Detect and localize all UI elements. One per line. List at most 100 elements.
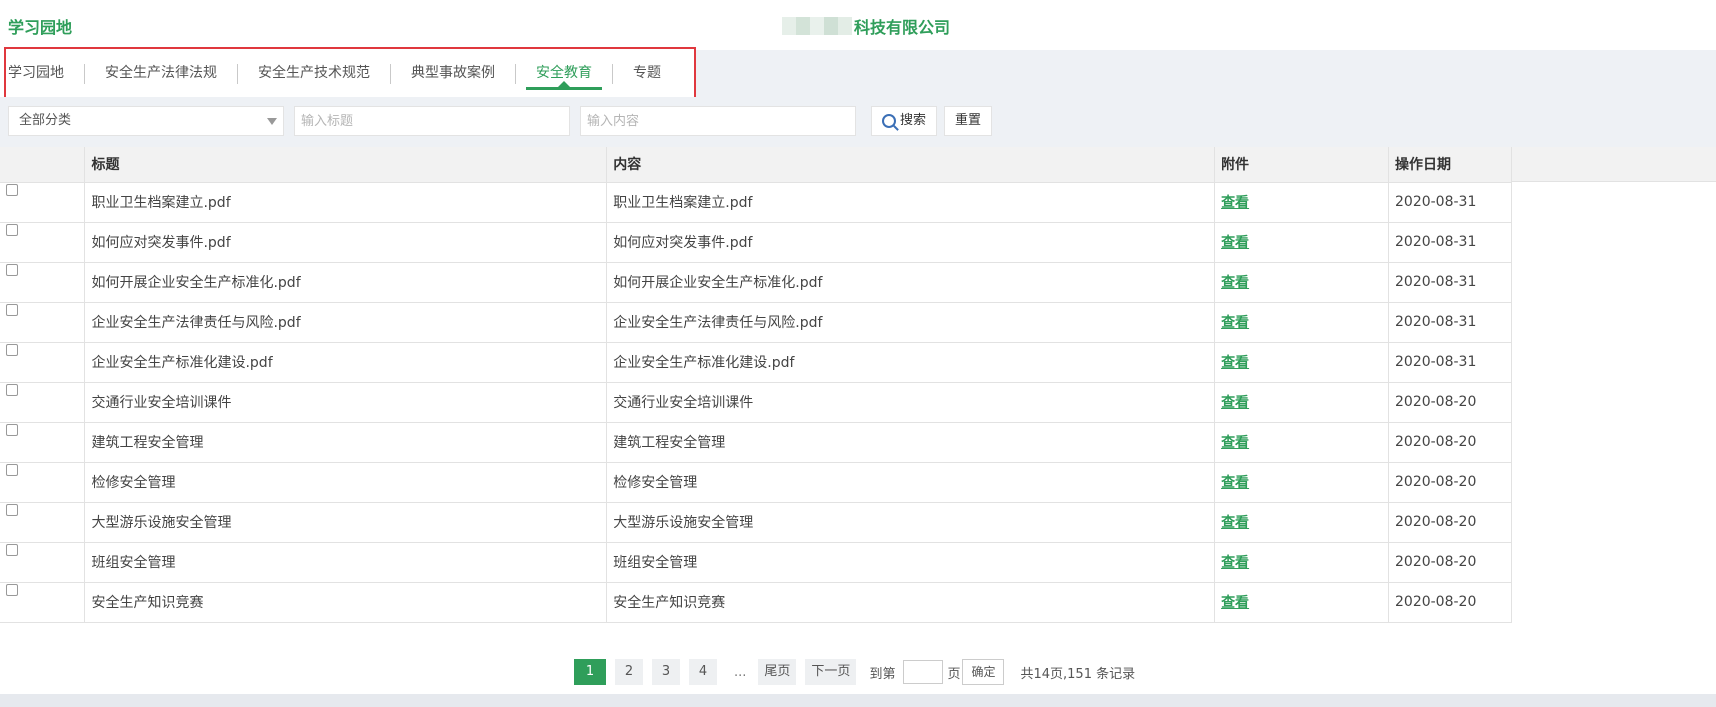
cell-title: 检修安全管理 (84, 462, 608, 503)
table-row: 大型游乐设施安全管理 大型游乐设施安全管理 查看 2020-08-20 (0, 502, 1512, 543)
column-header-title[interactable]: 标题 (84, 147, 608, 183)
cell-date: 2020-08-20 (1388, 582, 1512, 623)
cell-attachment: 查看 (1214, 462, 1389, 503)
view-attachment-link[interactable]: 查看 (1221, 515, 1249, 531)
content-search-input[interactable] (580, 106, 856, 136)
column-header-attachment[interactable]: 附件 (1214, 147, 1389, 183)
goto-page-input[interactable] (903, 660, 944, 684)
view-attachment-link[interactable]: 查看 (1221, 355, 1249, 371)
column-header-content[interactable]: 内容 (606, 147, 1216, 183)
cell-content: 企业安全生产法律责任与风险.pdf (606, 302, 1216, 343)
view-attachment-link[interactable]: 查看 (1221, 275, 1249, 291)
next-page-button[interactable]: 下一页 (805, 659, 857, 685)
cell-date: 2020-08-20 (1388, 382, 1512, 423)
cell-attachment: 查看 (1214, 542, 1389, 583)
category-select[interactable]: 全部分类 (8, 106, 284, 136)
row-checkbox[interactable] (6, 344, 18, 356)
row-checkbox[interactable] (6, 184, 18, 196)
table-body: 职业卫生档案建立.pdf 职业卫生档案建立.pdf 查看 2020-08-31 如何应对… (0, 182, 1512, 623)
row-select-cell (0, 542, 86, 583)
table-row: 检修安全管理 检修安全管理 查看 2020-08-20 (0, 462, 1512, 503)
cell-attachment: 查看 (1214, 502, 1389, 543)
view-attachment-link[interactable]: 查看 (1221, 195, 1249, 211)
row-checkbox[interactable] (6, 584, 18, 596)
page-button-4[interactable]: 4 (689, 659, 717, 685)
row-checkbox[interactable] (6, 384, 18, 396)
cell-attachment: 查看 (1214, 302, 1389, 343)
table-row: 班组安全管理 班组安全管理 查看 2020-08-20 (0, 542, 1512, 583)
reset-button-label: 重置 (955, 113, 982, 128)
category-select-value: 全部分类 (19, 113, 72, 128)
cell-date: 2020-08-20 (1388, 422, 1512, 463)
view-attachment-link[interactable]: 查看 (1221, 435, 1249, 451)
search-button-label: 搜索 (900, 113, 927, 128)
view-attachment-link[interactable]: 查看 (1221, 315, 1249, 331)
cell-title: 交通行业安全培训课件 (84, 382, 608, 423)
cell-attachment: 查看 (1214, 262, 1389, 303)
row-select-cell (0, 582, 86, 623)
cell-title: 班组安全管理 (84, 542, 608, 583)
table-header-filler (1512, 147, 1716, 182)
footer-band (0, 694, 1716, 707)
tab-safety-tech-standards[interactable]: 安全生产技术规范 (238, 50, 390, 97)
row-checkbox[interactable] (6, 464, 18, 476)
select-column-header (0, 147, 86, 183)
title-search-input[interactable] (294, 106, 570, 136)
cell-content: 检修安全管理 (606, 462, 1216, 503)
documents-table-wrap: 标题 内容 附件 操作日期 职业卫生档案建立.pdf 职业卫生档案建立.pdf 查看… (0, 147, 1716, 623)
row-checkbox[interactable] (6, 264, 18, 276)
row-select-cell (0, 342, 86, 383)
tab-study-garden[interactable]: 学习园地 (0, 50, 84, 97)
page-button-3[interactable]: 3 (652, 659, 680, 685)
cell-content: 职业卫生档案建立.pdf (606, 182, 1216, 223)
view-attachment-link[interactable]: 查看 (1221, 555, 1249, 571)
table-row: 建筑工程安全管理 建筑工程安全管理 查看 2020-08-20 (0, 422, 1512, 463)
cell-date: 2020-08-31 (1388, 182, 1512, 223)
page-button-2[interactable]: 2 (615, 659, 643, 685)
view-attachment-link[interactable]: 查看 (1221, 395, 1249, 411)
row-select-cell (0, 502, 86, 543)
goto-page-suffix: 页 (947, 666, 961, 682)
search-button[interactable]: 搜索 (871, 106, 938, 136)
cell-attachment: 查看 (1214, 342, 1389, 383)
last-page-button[interactable]: 尾页 (758, 659, 797, 685)
cell-date: 2020-08-20 (1388, 542, 1512, 583)
view-attachment-link[interactable]: 查看 (1221, 475, 1249, 491)
tab-safety-education[interactable]: 安全教育 (516, 50, 612, 97)
cell-date: 2020-08-31 (1388, 302, 1512, 343)
row-checkbox[interactable] (6, 504, 18, 516)
cell-attachment: 查看 (1214, 582, 1389, 623)
view-attachment-link[interactable]: 查看 (1221, 235, 1249, 251)
cell-title: 大型游乐设施安全管理 (84, 502, 608, 543)
row-select-cell (0, 382, 86, 423)
cell-content: 班组安全管理 (606, 542, 1216, 583)
row-checkbox[interactable] (6, 224, 18, 236)
cell-title: 企业安全生产法律责任与风险.pdf (84, 302, 608, 343)
cell-date: 2020-08-20 (1388, 502, 1512, 543)
tab-topics[interactable]: 专题 (613, 50, 681, 97)
view-attachment-link[interactable]: 查看 (1221, 595, 1249, 611)
table-row: 如何应对突发事件.pdf 如何应对突发事件.pdf 查看 2020-08-31 (0, 222, 1512, 263)
cell-title: 如何应对突发事件.pdf (84, 222, 608, 263)
tab-safety-laws[interactable]: 安全生产法律法规 (85, 50, 237, 97)
goto-page-prefix: 到第 (869, 666, 896, 682)
table-header-row: 标题 内容 附件 操作日期 (0, 147, 1512, 183)
category-tabs: 学习园地 安全生产法律法规 安全生产技术规范 典型事故案例 安全教育 专题 (0, 50, 694, 97)
page-button-1[interactable]: 1 (574, 659, 606, 685)
row-checkbox[interactable] (6, 304, 18, 316)
cell-content: 大型游乐设施安全管理 (606, 502, 1216, 543)
cell-attachment: 查看 (1214, 182, 1389, 223)
cell-date: 2020-08-31 (1388, 262, 1512, 303)
tab-accident-cases[interactable]: 典型事故案例 (391, 50, 515, 97)
app-title: 学习园地 (8, 18, 73, 37)
column-header-date[interactable]: 操作日期 (1388, 147, 1512, 183)
cell-attachment: 查看 (1214, 382, 1389, 423)
row-checkbox[interactable] (6, 424, 18, 436)
company-name: 科技有限公司 (782, 14, 950, 38)
cell-content: 如何应对突发事件.pdf (606, 222, 1216, 263)
reset-button[interactable]: 重置 (944, 106, 993, 136)
row-checkbox[interactable] (6, 544, 18, 556)
goto-confirm-button[interactable]: 确定 (962, 659, 1005, 685)
row-select-cell (0, 182, 86, 223)
cell-content: 交通行业安全培训课件 (606, 382, 1216, 423)
